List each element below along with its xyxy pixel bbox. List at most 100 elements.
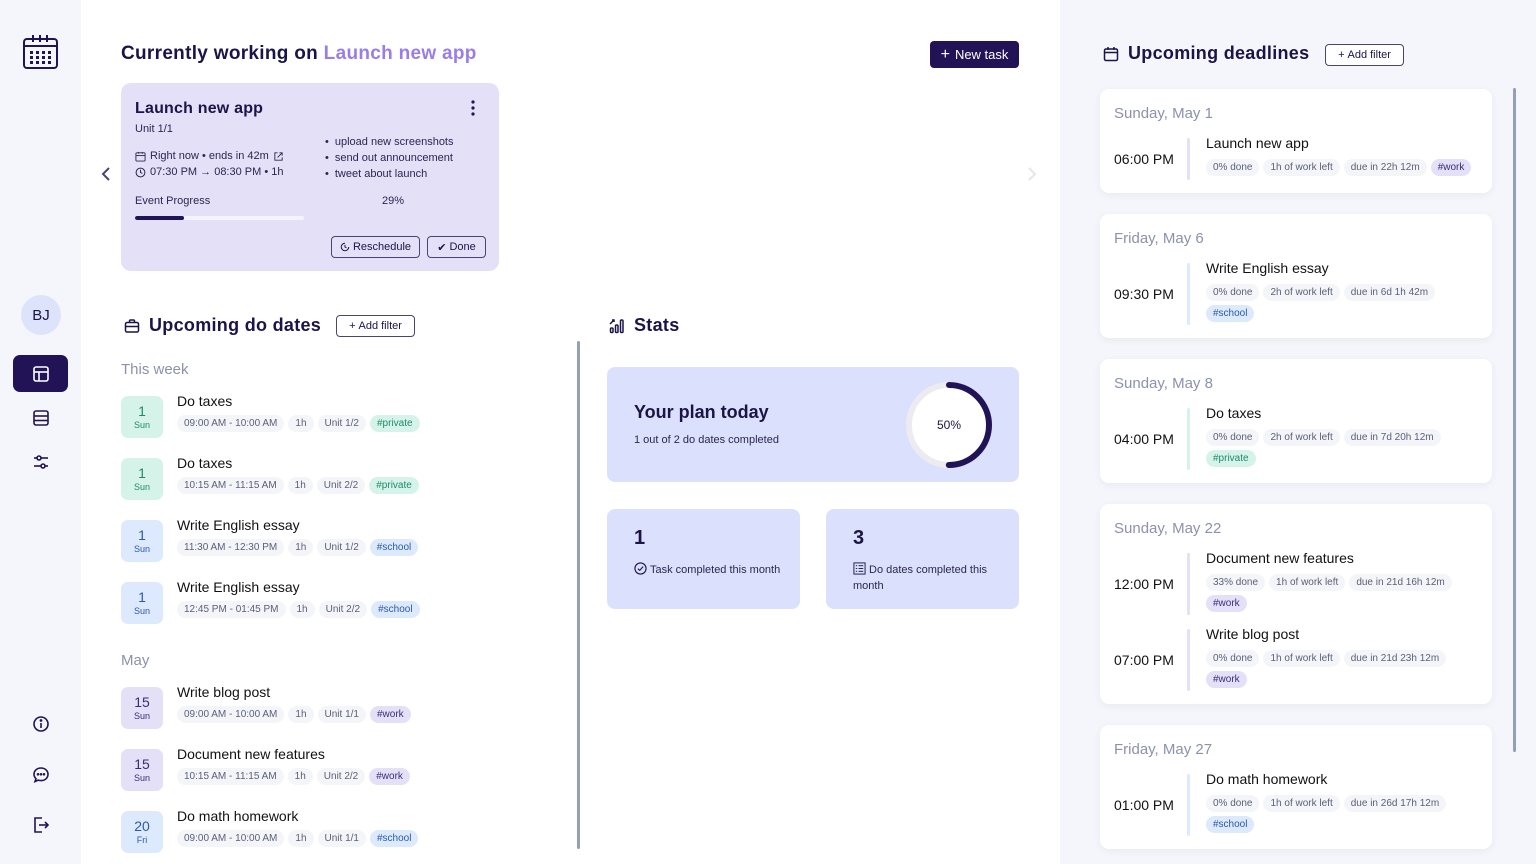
plan-today-card: Your plan today 1 out of 2 do dates comp… — [607, 367, 1019, 482]
do-date-chips: 09:00 AM - 10:00 AM 1h Unit 1/1 #school — [177, 830, 419, 847]
nav-settings[interactable] — [13, 443, 68, 480]
stat-label-text: Task completed this month — [650, 564, 781, 576]
deadline-item[interactable]: 07:00 PM Write blog post 0% done 1h of work… — [1100, 626, 1492, 691]
calendar-logo-icon[interactable] — [22, 33, 59, 70]
deadline-date: Friday, May 6 — [1114, 230, 1204, 247]
info-chip: 0% done — [1206, 795, 1260, 812]
do-date-item[interactable]: 1 Sun Do taxes 10:15 AM - 11:15 AM 1h Unit 2/… — [121, 455, 541, 502]
do-date-item[interactable]: 20 Fri Do math homework 09:00 AM - 10:00 AM… — [121, 808, 541, 855]
logout-button[interactable] — [13, 806, 68, 843]
deadlines-heading: Upcoming deadlines — [1103, 43, 1309, 64]
deadline-item[interactable]: 01:00 PM Do math homework 0% done 1h of wor… — [1100, 771, 1492, 836]
new-task-label: New task — [954, 47, 1009, 62]
duration-chip: 1h — [288, 830, 314, 847]
note-item: tweet about launch — [325, 166, 454, 182]
deadline-title: Do taxes — [1206, 405, 1262, 421]
tag-chip[interactable]: #private — [1206, 450, 1256, 467]
progress-label: Event Progress — [135, 195, 211, 207]
do-date-chips: 09:00 AM - 10:00 AM 1h Unit 1/1 #work — [177, 706, 411, 723]
chevron-left-icon — [101, 167, 110, 181]
tag-chip[interactable]: #work — [369, 706, 411, 723]
time-chip: 10:15 AM - 11:15 AM — [177, 477, 284, 494]
stat-value: 1 — [634, 527, 646, 549]
date-badge: 1 Sun — [121, 396, 163, 438]
tag-chip[interactable]: #school — [369, 539, 419, 556]
unit-chip: Unit 1/1 — [317, 706, 366, 723]
current-task-when-text: Right now • ends in 42m — [150, 150, 269, 162]
tag-chip[interactable]: #work — [1206, 595, 1247, 612]
do-dates-title: Upcoming do dates — [149, 315, 322, 335]
do-date-item[interactable]: 15 Sun Write blog post 09:00 AM - 10:00 AM 1… — [121, 684, 541, 731]
deadlines-add-filter-button[interactable]: + Add filter — [1325, 44, 1404, 66]
date-day: 1 — [138, 465, 146, 481]
tag-chip[interactable]: #school — [1206, 816, 1255, 833]
external-link-icon[interactable] — [273, 151, 284, 162]
do-dates-add-filter-button[interactable]: + Add filter — [336, 315, 415, 337]
info-chip: 33% done — [1206, 574, 1266, 591]
time-chip: 10:15 AM - 11:15 AM — [177, 768, 284, 785]
deadline-date: Friday, May 27 — [1114, 741, 1213, 758]
info-chip: due in 21d 16h 12m — [1349, 574, 1452, 591]
deadline-item[interactable]: 09:30 PM Write English essay 0% done 2h of … — [1100, 260, 1492, 325]
deadline-time: 06:00 PM — [1114, 151, 1174, 167]
checklist-icon — [853, 562, 866, 575]
date-weekday: Sun — [133, 711, 150, 721]
stat-label-text: Do dates completed this month — [853, 564, 988, 592]
deadline-day-card: Friday, May 27 01:00 PM Do math homework 0%… — [1100, 725, 1492, 849]
deadline-chips: 0% done 2h of work left due in 7d 20h 12m #… — [1206, 429, 1486, 467]
done-button[interactable]: ✔ Done — [427, 236, 486, 258]
calendar-icon — [1103, 46, 1119, 61]
do-date-item[interactable]: 1 Sun Write English essay 12:45 PM - 01:45 … — [121, 579, 541, 626]
time-chip: 09:00 AM - 10:00 AM — [177, 830, 285, 847]
plan-progress-donut: 50% — [906, 382, 992, 468]
tag-chip[interactable]: #school — [1206, 305, 1255, 322]
do-date-item[interactable]: 1 Sun Write English essay 11:30 AM - 12:30 … — [121, 517, 541, 564]
do-dates-scrollbar[interactable] — [577, 341, 580, 849]
reschedule-button[interactable]: Reschedule — [331, 236, 420, 258]
avatar[interactable]: BJ — [21, 295, 61, 335]
deadlines-title: Upcoming deadlines — [1128, 43, 1310, 63]
tag-chip[interactable]: #school — [371, 601, 420, 618]
nav-dashboard[interactable] — [13, 355, 68, 392]
group-label: May — [121, 652, 150, 669]
tag-chip[interactable]: #work — [1206, 671, 1247, 688]
stats-heading: Stats — [609, 315, 680, 336]
date-badge: 20 Fri — [121, 811, 163, 853]
tag-chip[interactable]: #work — [369, 768, 410, 785]
feedback-button[interactable] — [13, 756, 68, 793]
deadline-chips: 33% done 1h of work left due in 21d 16h 12… — [1206, 574, 1486, 612]
tag-chip[interactable]: #school — [369, 830, 419, 847]
info-button[interactable] — [13, 705, 68, 742]
do-date-chips: 10:15 AM - 11:15 AM 1h Unit 2/2 #work — [177, 768, 410, 785]
carousel-next-button[interactable] — [1027, 166, 1041, 186]
do-date-item[interactable]: 15 Sun Document new features 10:15 AM - 11:… — [121, 746, 541, 793]
tag-chip[interactable]: #private — [369, 477, 419, 494]
more-options-icon[interactable] — [466, 99, 480, 117]
deadline-item[interactable]: 12:00 PM Document new features 33% done 1h … — [1100, 550, 1492, 615]
carousel-prev-button[interactable] — [101, 166, 115, 186]
tag-chip[interactable]: #work — [1430, 159, 1472, 176]
deadline-tag-bar — [1187, 553, 1190, 615]
info-chip: 2h of work left — [1263, 429, 1340, 446]
deadline-item[interactable]: 04:00 PM Do taxes 0% done 2h of work left du… — [1100, 405, 1492, 470]
done-label: Done — [449, 241, 476, 253]
info-chip: due in 21d 23h 12m — [1343, 650, 1447, 667]
deadline-item[interactable]: 06:00 PM Launch new app 0% done 1h of work … — [1100, 135, 1492, 180]
tag-chip[interactable]: #private — [369, 415, 420, 432]
unit-chip: Unit 1/2 — [317, 539, 366, 556]
duration-chip: 1h — [287, 477, 313, 494]
check-circle-icon — [634, 562, 647, 575]
nav-list[interactable] — [13, 399, 68, 436]
new-task-button[interactable]: + New task — [930, 41, 1019, 68]
page-title-task[interactable]: Launch new app — [324, 43, 477, 64]
deadline-tag-bar — [1187, 408, 1190, 470]
info-chip: 1h of work left — [1263, 795, 1340, 812]
deadlines-scrollbar[interactable] — [1513, 88, 1516, 752]
do-date-item[interactable]: 1 Sun Do taxes 09:00 AM - 10:00 AM 1h Unit 1/… — [121, 393, 541, 440]
deadline-time: 07:00 PM — [1114, 652, 1174, 668]
date-day: 15 — [134, 694, 150, 710]
plus-icon: + — [1338, 49, 1345, 61]
info-chip: due in 22h 12m — [1343, 159, 1427, 176]
layout-icon — [32, 365, 49, 382]
deadline-title: Document new features — [1206, 550, 1354, 566]
